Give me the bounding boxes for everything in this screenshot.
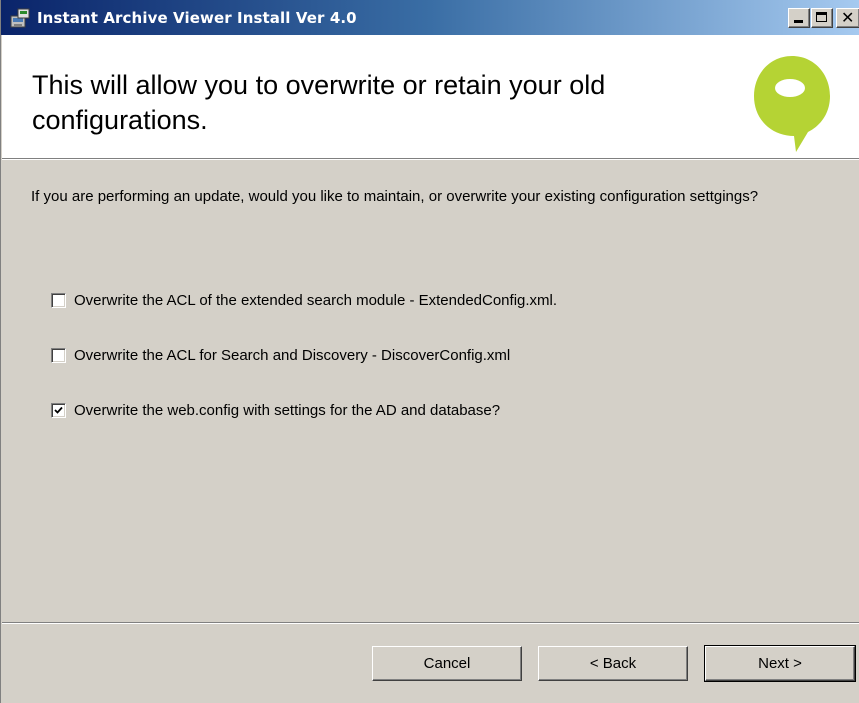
checkmark-icon (54, 406, 63, 414)
option-label: Overwrite the ACL of the extended search… (74, 292, 558, 309)
installer-window: Instant Archive Viewer Install Ver 4.0 ✕… (0, 0, 859, 703)
maximize-icon (816, 12, 827, 22)
option-overwrite-discover-config[interactable]: Overwrite the ACL for Search and Discove… (51, 347, 510, 364)
minimize-icon (794, 20, 803, 23)
divider (2, 622, 859, 624)
option-overwrite-extended-config[interactable]: Overwrite the ACL of the extended search… (51, 292, 557, 309)
close-icon: ✕ (841, 8, 855, 27)
close-button[interactable]: ✕ (836, 8, 859, 28)
window-title: Instant Archive Viewer Install Ver 4.0 (37, 8, 357, 27)
maximize-button[interactable] (811, 8, 833, 28)
option-overwrite-web-config[interactable]: Overwrite the web.config with settings f… (51, 402, 500, 419)
minimize-button[interactable] (788, 8, 810, 28)
speech-bubble-logo-icon (752, 52, 832, 157)
option-label: Overwrite the web.config with settings f… (74, 402, 501, 419)
next-button[interactable]: Next > (704, 645, 856, 682)
back-button[interactable]: < Back (538, 646, 688, 681)
checkbox[interactable] (51, 293, 66, 308)
header-banner: This will allow you to overwrite or reta… (2, 35, 859, 160)
checkbox[interactable] (51, 348, 66, 363)
option-label: Overwrite the ACL for Search and Discove… (74, 347, 511, 364)
installer-icon (9, 7, 31, 29)
checkbox[interactable] (51, 403, 66, 418)
title-bar[interactable]: Instant Archive Viewer Install Ver 4.0 ✕ (1, 0, 859, 35)
page-title: This will allow you to overwrite or reta… (32, 70, 606, 135)
cancel-button[interactable]: Cancel (372, 646, 522, 681)
description-text: If you are performing an update, would y… (31, 188, 759, 205)
window-controls: ✕ (787, 8, 859, 28)
